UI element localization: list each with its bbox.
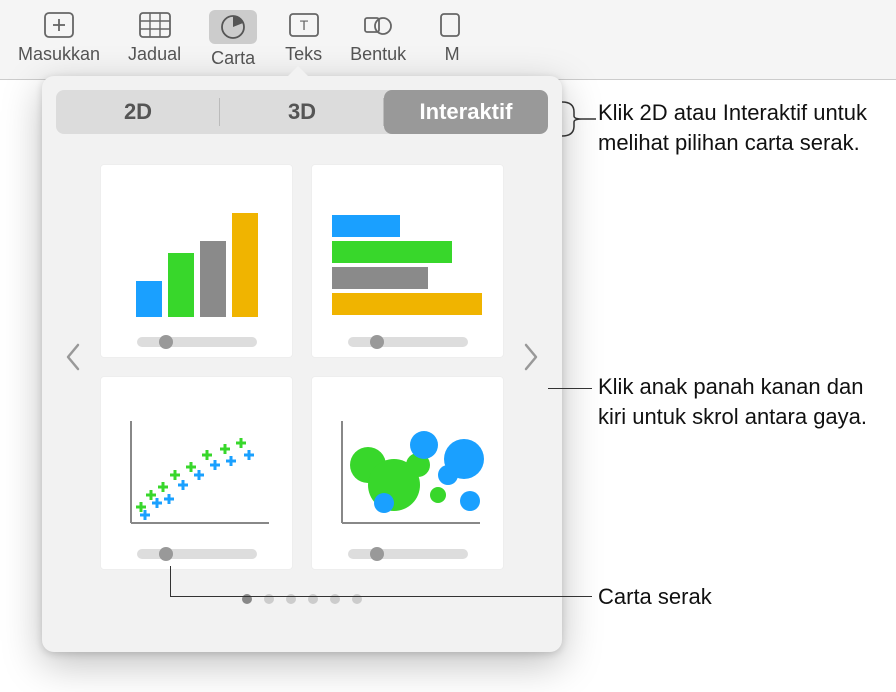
- plus-box-icon: [41, 10, 77, 40]
- callout-tabs-hint: Klik 2D atau Interaktif untuk melihat pi…: [598, 98, 896, 157]
- rect-icon: [434, 10, 470, 40]
- shapes-icon: [360, 10, 396, 40]
- bar-chart-icon: [322, 175, 493, 323]
- callout-arrows-hint: Klik anak panah kanan dan kiri untuk skr…: [598, 372, 896, 431]
- toolbar-more[interactable]: M: [434, 10, 470, 65]
- toolbar-shape[interactable]: Bentuk: [350, 10, 406, 65]
- table-icon: [137, 10, 173, 40]
- chart-option-bubble[interactable]: [311, 376, 504, 570]
- prev-style-arrow[interactable]: [58, 332, 88, 382]
- chart-option-column[interactable]: [100, 164, 293, 358]
- svg-text:T: T: [299, 17, 308, 33]
- next-style-arrow[interactable]: [516, 332, 546, 382]
- callout-scatter-label: Carta serak: [598, 582, 712, 612]
- toolbar: Masukkan Jadual Carta T Teks Bentuk M: [0, 0, 896, 80]
- text-box-icon: T: [286, 10, 322, 40]
- callout-leader: [170, 596, 592, 597]
- toolbar-insert[interactable]: Masukkan: [18, 10, 100, 65]
- chart-popover: 2D 3D Interaktif: [42, 76, 562, 652]
- pie-chart-icon: [209, 10, 257, 44]
- mini-slider[interactable]: [137, 337, 257, 347]
- brace-icon: [562, 96, 596, 142]
- toolbar-label: Jadual: [128, 44, 181, 65]
- mini-slider[interactable]: [348, 337, 468, 347]
- column-chart-icon: [111, 175, 282, 323]
- tab-2d[interactable]: 2D: [56, 90, 220, 134]
- callout-leader-v: [170, 566, 171, 596]
- toolbar-label: Teks: [285, 44, 322, 65]
- tab-3d[interactable]: 3D: [220, 90, 384, 134]
- mini-slider[interactable]: [348, 549, 468, 559]
- toolbar-label: Masukkan: [18, 44, 100, 65]
- toolbar-chart[interactable]: Carta: [209, 10, 257, 69]
- bubble-chart-icon: [322, 387, 493, 535]
- chart-option-scatter[interactable]: [100, 376, 293, 570]
- tab-interaktif[interactable]: Interaktif: [384, 90, 548, 134]
- toolbar-label: Carta: [211, 48, 255, 69]
- chart-option-bar[interactable]: [311, 164, 504, 358]
- mini-slider[interactable]: [137, 549, 257, 559]
- toolbar-text[interactable]: T Teks: [285, 10, 322, 65]
- chart-type-segmented: 2D 3D Interaktif: [56, 90, 548, 134]
- toolbar-label: M: [445, 44, 460, 65]
- toolbar-label: Bentuk: [350, 44, 406, 65]
- toolbar-table[interactable]: Jadual: [128, 10, 181, 65]
- callout-leader: [548, 388, 592, 389]
- chart-grid: [56, 134, 548, 580]
- scatter-chart-icon: [111, 387, 282, 535]
